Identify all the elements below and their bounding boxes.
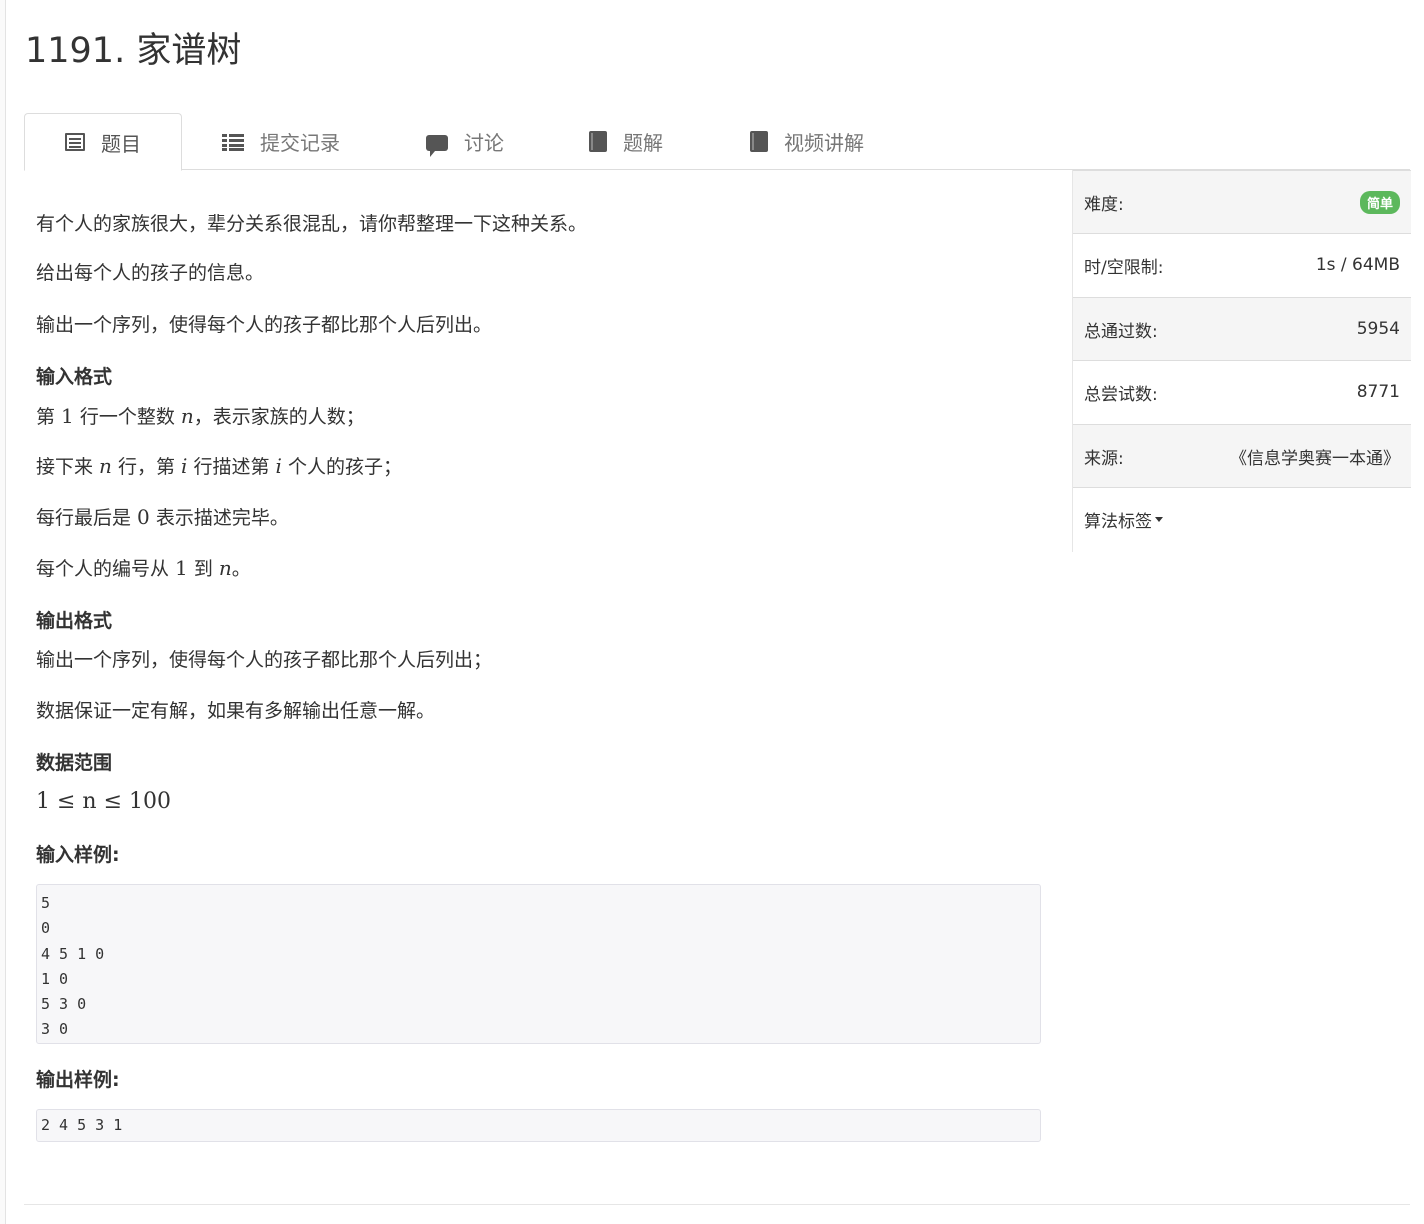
- limit-value: 1s / 64MB: [1315, 255, 1400, 275]
- tab-video[interactable]: 视频讲解: [750, 113, 864, 170]
- problem-info-panel: 难度: 简单 时/空限制: 1s / 64MB 总通过数: 5954 总尝试数:…: [1072, 170, 1411, 552]
- passed-label: 总通过数:: [1084, 321, 1158, 342]
- code-line: 3 0: [41, 1020, 69, 1039]
- input-format-line2: 接下来 n 行，第 i 行描述第 i 个人的孩子；: [36, 454, 402, 478]
- tab-discussion[interactable]: 讨论: [426, 113, 504, 170]
- data-range-expr: 1 ≤ n ≤ 100: [36, 789, 171, 814]
- description-p3: 输出一个序列，使得每个人的孩子都比那个人后列出。: [36, 314, 493, 336]
- algorithm-tags-label: 算法标签: [1084, 511, 1152, 532]
- code-line: 5: [41, 894, 51, 912]
- difficulty-row: 难度: 简单: [1073, 170, 1411, 233]
- tab-submissions[interactable]: 提交记录: [222, 113, 340, 170]
- input-format-line4: 每个人的编号从 1 到 n。: [36, 556, 251, 580]
- difficulty-label: 难度:: [1084, 194, 1124, 215]
- limit-row: 时/空限制: 1s / 64MB: [1073, 233, 1411, 296]
- passed-value: 5954: [1356, 319, 1400, 339]
- code-line: 1 0: [41, 969, 69, 988]
- caret-down-icon: [1155, 516, 1163, 522]
- tab-label: 讨论: [464, 131, 504, 155]
- input-format-heading: 输入格式: [36, 366, 113, 388]
- tab-label: 题目: [101, 131, 141, 156]
- source-value[interactable]: 《信息学奥赛一本通》: [1230, 444, 1400, 469]
- tab-label: 视频讲解: [784, 131, 864, 155]
- sample-output-code[interactable]: 2 4 5 3 1: [36, 1109, 1041, 1142]
- attempts-row: 总尝试数: 8771: [1073, 360, 1411, 423]
- sample-input-code[interactable]: 5 0 4 5 1 0 1 0 5 3 0 3 0: [36, 884, 1041, 1044]
- tab-bar: 题目 提交记录 讨论 题解 视频讲解: [24, 113, 1410, 171]
- code-line: 0: [41, 919, 51, 938]
- left-border: [0, 0, 6, 1224]
- algorithm-tags-dropdown[interactable]: 算法标签: [1073, 487, 1411, 550]
- attempts-value: 8771: [1356, 382, 1400, 402]
- sample-input-heading: 输入样例:: [36, 844, 120, 866]
- input-format-line3: 每行最后是 0 表示描述完毕。: [36, 505, 289, 529]
- list-alt-icon: [65, 133, 85, 151]
- description-p2: 给出每个人的孩子的信息。: [36, 262, 265, 284]
- description-p1: 有个人的家族很大，辈分关系很混乱，请你帮整理一下这种关系。: [36, 213, 588, 235]
- output-format-line2: 数据保证一定有解，如果有多解输出任意一解。: [36, 700, 436, 722]
- tab-problem[interactable]: 题目: [24, 113, 182, 171]
- output-format-heading: 输出格式: [36, 610, 113, 632]
- difficulty-badge: 简单: [1359, 190, 1400, 214]
- passed-row: 总通过数: 5954: [1073, 297, 1411, 360]
- code-line: 5 3 0: [41, 995, 87, 1014]
- code-line: 2 4 5 3 1: [41, 1116, 123, 1134]
- divider: [24, 1204, 1410, 1205]
- limit-label: 时/空限制:: [1084, 257, 1164, 278]
- sample-output-heading: 输出样例:: [36, 1069, 120, 1091]
- code-line: 4 5 1 0: [41, 944, 105, 963]
- th-list-icon: [222, 133, 244, 151]
- output-format-line1: 输出一个序列，使得每个人的孩子都比那个人后列出；: [36, 649, 493, 671]
- input-format-line1: 第 1 行一个整数 n，表示家族的人数；: [36, 404, 365, 428]
- page-title: 1191. 家谱树: [25, 31, 242, 71]
- attempts-label: 总尝试数:: [1084, 384, 1158, 405]
- tab-solutions[interactable]: 题解: [589, 113, 663, 170]
- tab-label: 题解: [623, 131, 663, 155]
- data-range-heading: 数据范围: [36, 752, 113, 774]
- tab-label: 提交记录: [260, 131, 340, 155]
- source-label: 来源:: [1084, 448, 1124, 469]
- book-icon: [750, 131, 768, 152]
- book-icon: [589, 131, 607, 152]
- source-row: 来源: 《信息学奥赛一本通》: [1073, 424, 1411, 487]
- comment-icon: [426, 134, 448, 157]
